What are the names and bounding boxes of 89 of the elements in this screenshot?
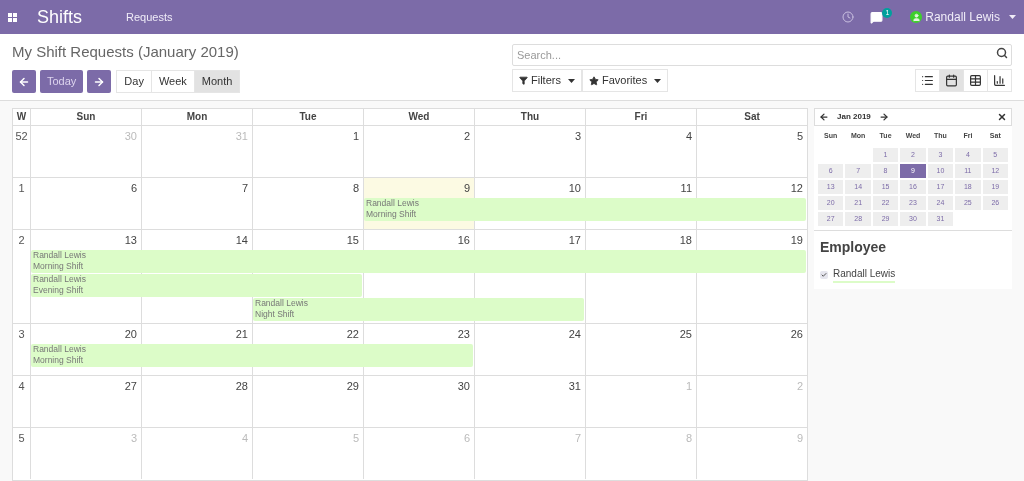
day-number[interactable]: 15 bbox=[253, 230, 363, 250]
star-icon bbox=[588, 75, 599, 86]
caret-icon bbox=[654, 78, 662, 83]
scale-tab[interactable]: Month bbox=[193, 70, 241, 93]
next-month-icon[interactable] bbox=[878, 112, 889, 122]
shift-event[interactable]: Randall Lewis Morning Shift bbox=[31, 344, 473, 367]
day-number[interactable]: 31 bbox=[475, 376, 585, 427]
column-header: Tue bbox=[252, 109, 363, 125]
day-number[interactable]: 28 bbox=[142, 376, 252, 427]
column-header: Sat bbox=[696, 109, 807, 125]
day-number[interactable]: 4 bbox=[586, 126, 696, 177]
list-icon bbox=[921, 74, 934, 87]
day-number[interactable]: 27 bbox=[31, 376, 141, 427]
view-switch-button[interactable] bbox=[987, 69, 1012, 92]
column-header: Sun bbox=[30, 109, 141, 125]
caret-icon bbox=[1009, 15, 1016, 19]
day-number[interactable]: 12 bbox=[697, 178, 807, 198]
day-number[interactable]: 17 bbox=[475, 230, 585, 250]
column-header: W bbox=[15, 110, 28, 124]
search-icon[interactable] bbox=[996, 47, 1008, 59]
view-switch-button[interactable] bbox=[963, 69, 988, 92]
day-number[interactable]: 24 bbox=[475, 324, 585, 344]
employee-name[interactable]: Randall Lewis bbox=[833, 266, 896, 283]
app-title: Shifts bbox=[37, 5, 83, 29]
search-field[interactable]: Search... bbox=[512, 44, 1012, 66]
week-number: 1 bbox=[17, 181, 26, 196]
day-number[interactable]: 25 bbox=[586, 324, 696, 344]
scale-tab[interactable]: Week bbox=[150, 70, 195, 93]
week-number: 5 bbox=[17, 431, 26, 446]
shift-event[interactable]: Randall Lewis Morning Shift bbox=[31, 250, 806, 273]
caret-icon bbox=[567, 78, 575, 83]
previous-month-icon[interactable] bbox=[819, 112, 829, 122]
day-number[interactable]: 2 bbox=[364, 126, 474, 177]
day-number[interactable]: 1 bbox=[253, 126, 363, 177]
view-switch-button[interactable] bbox=[939, 69, 964, 92]
day-number[interactable]: 21 bbox=[142, 324, 252, 344]
week-number: 3 bbox=[17, 327, 26, 342]
day-number[interactable]: 6 bbox=[31, 178, 141, 198]
right-arrow-icon bbox=[93, 75, 106, 88]
day-number[interactable]: 14 bbox=[142, 230, 252, 250]
day-number[interactable]: 5 bbox=[697, 126, 807, 177]
day-number[interactable]: 22 bbox=[253, 324, 363, 344]
day-number[interactable]: 8 bbox=[253, 178, 363, 198]
previous-button[interactable] bbox=[12, 70, 36, 93]
check-icon bbox=[821, 271, 827, 278]
today-button[interactable]: Today bbox=[40, 70, 84, 93]
user-menu[interactable]: Randall Lewis bbox=[910, 8, 1016, 26]
view-switch-button[interactable] bbox=[915, 69, 940, 92]
day-number[interactable]: 16 bbox=[364, 230, 474, 250]
close-icon[interactable] bbox=[997, 112, 1007, 122]
day-number[interactable]: 3 bbox=[475, 126, 585, 177]
day-number[interactable]: 11 bbox=[586, 178, 696, 198]
checkbox[interactable] bbox=[820, 270, 828, 279]
column-header: Fri bbox=[585, 109, 696, 125]
column-header: Mon bbox=[141, 109, 252, 125]
bar-chart-icon bbox=[993, 74, 1006, 87]
chat-icon[interactable] bbox=[870, 10, 884, 24]
filters-dropdown[interactable]: Filters bbox=[512, 69, 582, 92]
shift-event[interactable]: Randall Lewis Night Shift bbox=[253, 298, 584, 321]
week-number: 52 bbox=[14, 129, 29, 144]
column-header: Thu bbox=[474, 109, 585, 125]
shift-event[interactable]: Randall Lewis Morning Shift bbox=[364, 198, 806, 221]
calendar-icon bbox=[945, 74, 958, 87]
day-number[interactable]: 26 bbox=[697, 324, 807, 344]
day-number[interactable]: 19 bbox=[697, 230, 807, 250]
week-number: 4 bbox=[17, 379, 26, 394]
filter-icon bbox=[519, 76, 528, 85]
day-number[interactable]: 18 bbox=[586, 230, 696, 250]
day-number[interactable]: 10 bbox=[475, 178, 585, 198]
day-number[interactable]: 30 bbox=[364, 376, 474, 427]
menu-link[interactable]: Requests bbox=[126, 8, 173, 26]
day-number[interactable]: 20 bbox=[31, 324, 141, 344]
week-number: 2 bbox=[17, 233, 26, 248]
left-arrow-icon bbox=[18, 75, 30, 88]
day-number[interactable]: 7 bbox=[142, 178, 252, 198]
apps-grid-icon[interactable] bbox=[8, 12, 17, 22]
page-title: My Shift Requests (January 2019) bbox=[12, 42, 240, 62]
day-number[interactable]: 23 bbox=[364, 324, 474, 344]
filter-heading: Employee bbox=[820, 238, 888, 257]
day-number[interactable]: 29 bbox=[253, 376, 363, 427]
favorites-dropdown[interactable]: Favorites bbox=[581, 69, 669, 92]
next-button[interactable] bbox=[87, 70, 112, 93]
month-label: Jan 2019 bbox=[837, 111, 871, 123]
column-header: Wed bbox=[363, 109, 474, 125]
avatar-icon bbox=[910, 11, 923, 23]
shift-event[interactable]: Randall Lewis Evening Shift bbox=[31, 274, 362, 297]
day-number[interactable]: 13 bbox=[31, 230, 141, 250]
table-icon bbox=[969, 74, 982, 87]
scale-tab[interactable]: Day bbox=[116, 70, 152, 93]
